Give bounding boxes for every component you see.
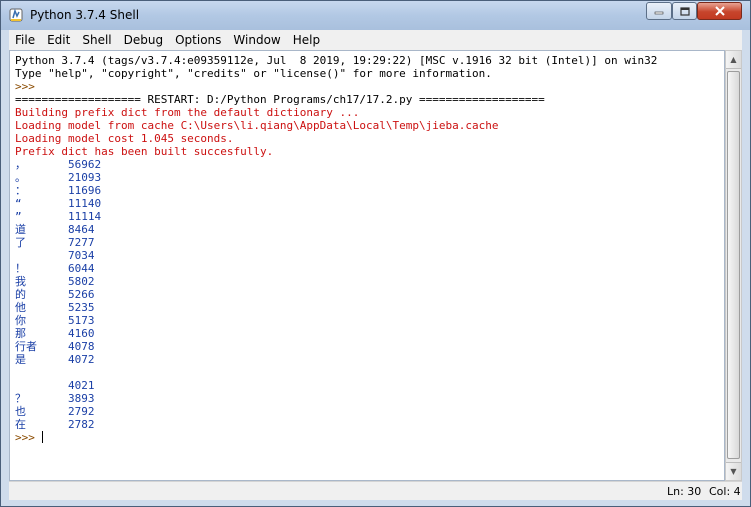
- window-title: Python 3.7.4 Shell: [30, 8, 140, 22]
- log-line: Loading model cost 1.045 seconds.: [15, 132, 234, 145]
- result-count: 6044: [67, 262, 95, 275]
- shell-text-area[interactable]: Python 3.7.4 (tags/v3.7.4:e09359112e, Ju…: [9, 50, 725, 481]
- title-bar[interactable]: Python 3.7.4 Shell: [1, 1, 750, 30]
- result-line: 行者 4078: [15, 340, 94, 353]
- result-line: 也 2792: [15, 405, 94, 418]
- result-token: 的: [15, 288, 26, 301]
- result-token: 道: [15, 223, 26, 236]
- menu-debug[interactable]: Debug: [118, 30, 169, 50]
- python-app-icon: [9, 8, 23, 22]
- result-token: 也: [15, 405, 26, 418]
- word-frequency-output: ， 56962 。 21093 ： 11696 “ 11140 ” 11114 …: [15, 158, 101, 431]
- result-count: 5173: [67, 314, 95, 327]
- result-line: 那 4160: [15, 327, 94, 340]
- result-line: 了 7277: [15, 236, 94, 249]
- minimize-icon: [654, 11, 664, 15]
- result-token: [15, 249, 22, 262]
- result-line: 的 5266: [15, 288, 94, 301]
- menu-bar: File Edit Shell Debug Options Window Hel…: [9, 30, 742, 50]
- result-count: 11140: [67, 197, 102, 210]
- result-count: 5802: [67, 275, 95, 288]
- result-line: ， 56962: [15, 158, 101, 171]
- result-count: 21093: [67, 171, 102, 184]
- arrow-down-icon: ▼: [730, 467, 737, 476]
- result-token: 。: [15, 171, 26, 184]
- result-token: ”: [15, 210, 22, 223]
- text-cursor: [41, 431, 43, 443]
- menu-shell[interactable]: Shell: [76, 30, 117, 50]
- result-token: “: [15, 197, 22, 210]
- scroll-down-button[interactable]: ▼: [726, 462, 741, 480]
- menu-help[interactable]: Help: [287, 30, 326, 50]
- result-line: ！ 6044: [15, 262, 94, 275]
- result-count: 5266: [67, 288, 95, 301]
- result-count: 7034: [67, 249, 95, 262]
- result-line: 我 5802: [15, 275, 94, 288]
- maximize-icon: [679, 6, 690, 16]
- result-count: 4072: [67, 353, 95, 366]
- result-token: 那: [15, 327, 26, 340]
- menu-options[interactable]: Options: [169, 30, 227, 50]
- result-token: ！: [15, 262, 26, 275]
- result-line: ： 11696: [15, 184, 101, 197]
- result-count: 56962: [67, 158, 102, 171]
- result-count: 2792: [67, 405, 95, 418]
- result-count: 2782: [67, 418, 95, 431]
- result-line: 。 21093: [15, 171, 101, 184]
- result-token: ：: [15, 184, 26, 197]
- result-token: 在: [15, 418, 26, 431]
- result-count: 8464: [67, 223, 95, 236]
- result-token: 你: [15, 314, 26, 327]
- menu-window[interactable]: Window: [227, 30, 286, 50]
- result-token: ，: [15, 158, 26, 171]
- banner-line: Type "help", "copyright", "credits" or "…: [15, 67, 492, 80]
- result-count: 11696: [67, 184, 102, 197]
- result-line: 是 4072: [15, 353, 94, 366]
- menu-edit[interactable]: Edit: [41, 30, 76, 50]
- result-token: 了: [15, 236, 26, 249]
- result-count: 4078: [67, 340, 95, 353]
- result-line: ” 11114: [15, 210, 101, 223]
- result-token: 是: [15, 353, 26, 366]
- result-token: 他: [15, 301, 26, 314]
- status-bar: Ln: 30 Col: 4: [9, 481, 742, 500]
- minimize-button[interactable]: [646, 2, 672, 20]
- result-count: 4160: [67, 327, 95, 340]
- vertical-scrollbar[interactable]: ▲ ▼: [725, 50, 742, 481]
- line-number: Ln: 30: [667, 485, 702, 498]
- shell-prompt: >>>: [15, 80, 42, 93]
- banner-line: Python 3.7.4 (tags/v3.7.4:e09359112e, Ju…: [15, 54, 658, 67]
- maximize-button[interactable]: [672, 2, 697, 20]
- result-line: ？ 3893: [15, 392, 94, 405]
- column-number: Col: 4: [709, 485, 741, 498]
- result-token: 行者: [15, 340, 37, 353]
- result-token: ？: [15, 392, 26, 405]
- result-line: 7034: [15, 249, 95, 262]
- result-token: 我: [15, 275, 26, 288]
- result-line: “ 11140: [15, 197, 101, 210]
- result-count: 5235: [67, 301, 95, 314]
- log-line: Prefix dict has been built succesfully.: [15, 145, 274, 158]
- scroll-up-button[interactable]: ▲: [726, 51, 741, 69]
- result-line: 你 5173: [15, 314, 94, 327]
- arrow-up-icon: ▲: [730, 55, 737, 64]
- shell-prompt: >>>: [15, 431, 42, 444]
- result-line: 他 5235: [15, 301, 94, 314]
- idle-shell-window: Python 3.7.4 Shell File Edit Shell Debug…: [0, 0, 751, 507]
- result-count: 4021: [67, 379, 95, 392]
- log-line: Loading model from cache C:\Users\li.qia…: [15, 119, 499, 132]
- menu-file[interactable]: File: [9, 30, 41, 50]
- log-line: Building prefix dict from the default di…: [15, 106, 360, 119]
- result-count: 3893: [67, 392, 95, 405]
- result-count: 7277: [67, 236, 95, 249]
- close-button[interactable]: [697, 2, 742, 20]
- restart-line: =================== RESTART: D:/Python P…: [15, 93, 545, 106]
- result-line: 在 2782: [15, 418, 94, 431]
- result-line: 4021: [15, 379, 95, 392]
- result-line: 道 8464: [15, 223, 94, 236]
- close-icon: [714, 6, 725, 16]
- result-count: 11114: [67, 210, 102, 223]
- scrollbar-thumb[interactable]: [727, 71, 740, 459]
- shell-output: Python 3.7.4 (tags/v3.7.4:e09359112e, Ju…: [15, 54, 657, 444]
